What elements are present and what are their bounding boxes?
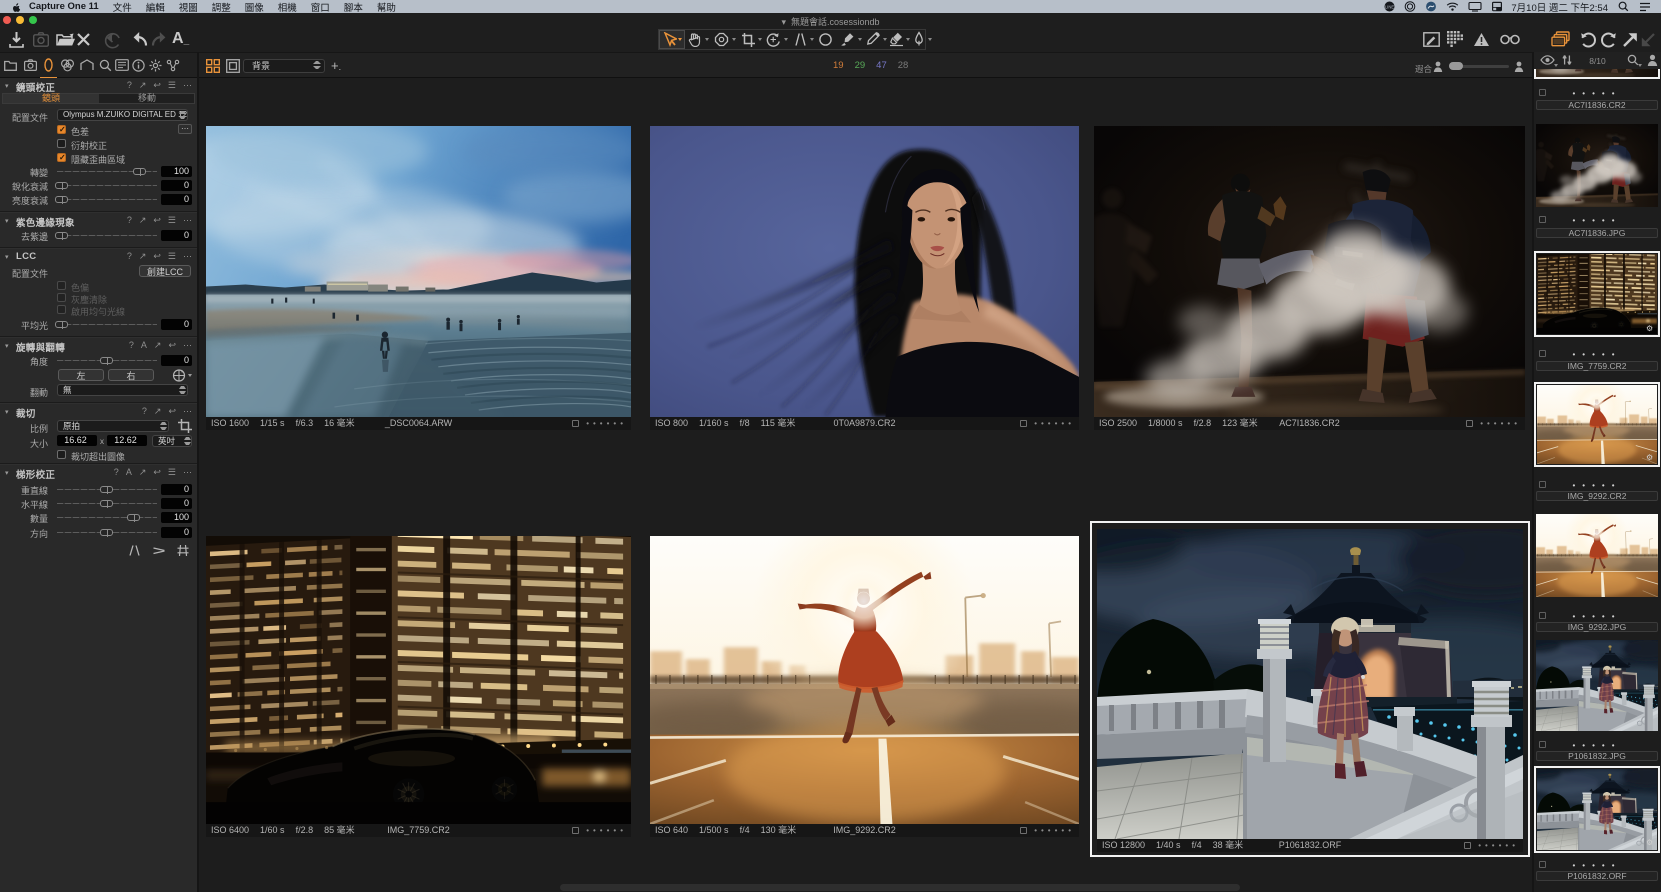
svg-text:LINE: LINE bbox=[1385, 5, 1395, 10]
